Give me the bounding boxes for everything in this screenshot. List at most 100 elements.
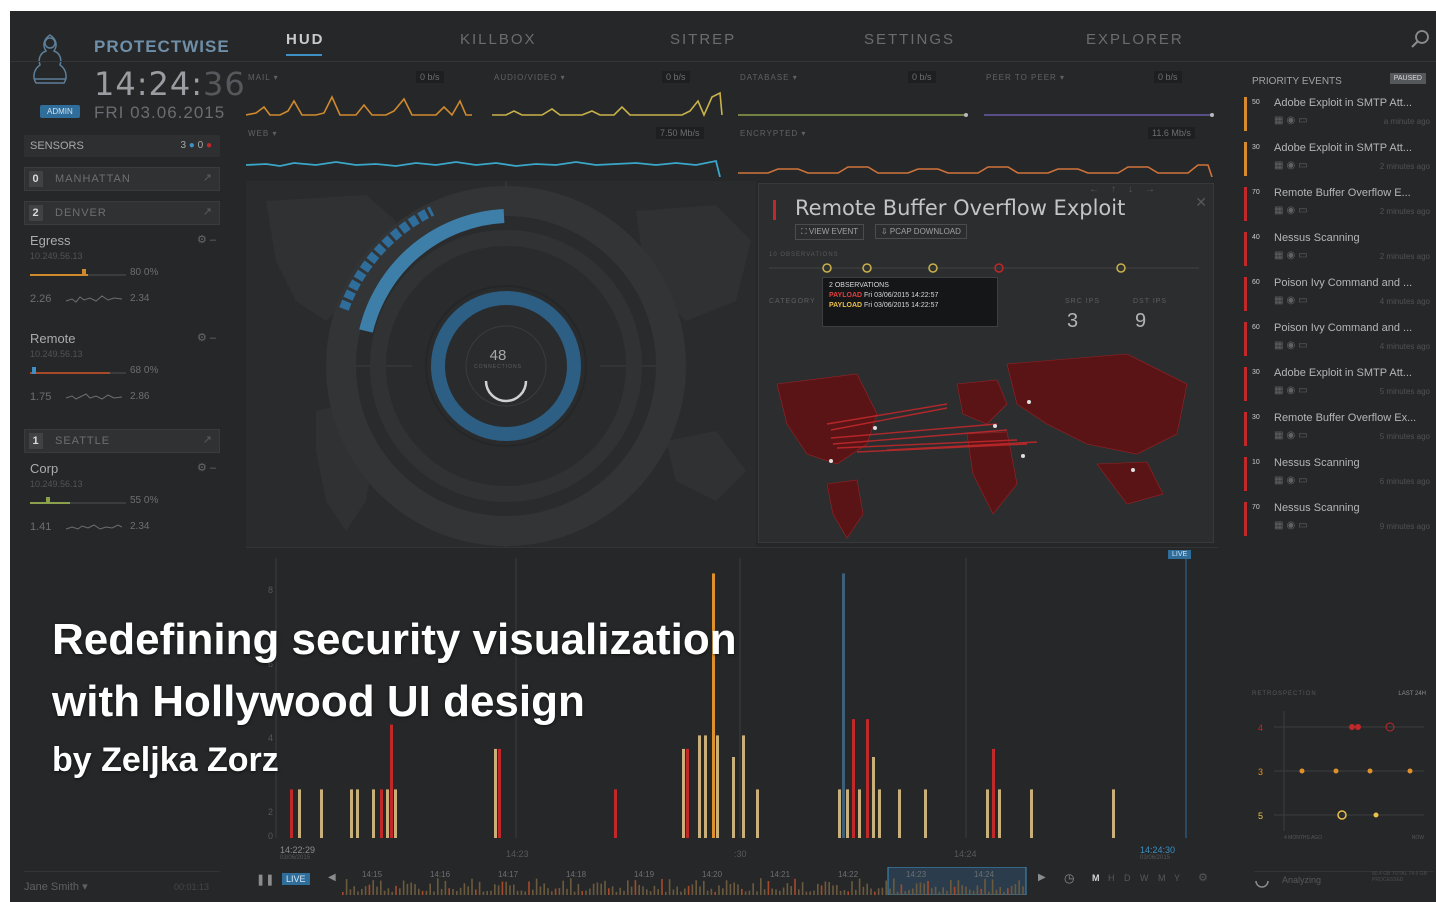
timeline-event-bar[interactable]: [298, 789, 301, 838]
close-icon[interactable]: ✕: [1195, 194, 1207, 211]
timeline-event-bar[interactable]: [838, 789, 841, 838]
gear-icon[interactable]: ⚙ –: [197, 233, 216, 246]
timeline-event-bar[interactable]: [924, 789, 927, 838]
view-event-button[interactable]: ⛶ VIEW EVENT: [795, 224, 865, 240]
sensor-remote[interactable]: Remote 10.249.56.13 ⚙ – 68 0% 1.75 2.86: [30, 331, 220, 415]
metric-label[interactable]: MAIL ▾: [248, 73, 279, 82]
range-year[interactable]: Y: [1174, 873, 1180, 883]
pcap-download-button[interactable]: ⇩ PCAP DOWNLOAD: [875, 224, 967, 239]
priority-event-item[interactable]: 30 Remote Buffer Overflow Ex... ▦◉▭ 5 minut…: [1244, 410, 1434, 450]
timeline-event-bar[interactable]: [614, 789, 617, 838]
timeline-event-bar[interactable]: [380, 789, 383, 838]
gear-icon[interactable]: ⚙ –: [197, 461, 216, 474]
metric-encrypted[interactable]: ENCRYPTED ▾ 11.6 Mb/s: [738, 125, 1216, 177]
event-time-ago: 4 minutes ago: [1379, 297, 1430, 306]
live-button[interactable]: LIVE: [282, 873, 310, 885]
timeline-event-bar[interactable]: [992, 748, 995, 838]
processed-stats: 80.4 GB TOTAL 74.6 GB PROCESSED: [1372, 871, 1427, 883]
timeline-live-badge[interactable]: LIVE: [1168, 550, 1192, 559]
expand-arrow-icon[interactable]: ↗: [203, 171, 213, 184]
metric-audio-video[interactable]: AUDIO/VIDEO ▾ 0 b/s: [492, 69, 724, 123]
metric-mail[interactable]: MAIL ▾ 0 b/s: [246, 69, 472, 123]
paused-badge[interactable]: PAUSED: [1389, 73, 1426, 84]
popup-nav-arrows-icon[interactable]: ←↑↓→: [1089, 184, 1167, 195]
timeline-event-bar[interactable]: [386, 789, 389, 838]
timeline-event-bar[interactable]: [898, 789, 901, 838]
retrospection-range[interactable]: LAST 24H: [1398, 691, 1426, 697]
priority-event-item[interactable]: 10 Nessus Scanning ▦◉▭ 6 minutes ago: [1244, 455, 1434, 495]
scrub-bar: [535, 878, 538, 895]
scrub-bar: [433, 891, 435, 895]
metric-label[interactable]: AUDIO/VIDEO ▾: [494, 73, 566, 82]
timeline-event-bar[interactable]: [372, 789, 375, 838]
location-manhattan[interactable]: 0 MANHATTAN ↗: [24, 167, 220, 191]
pause-icon[interactable]: ❚❚: [256, 873, 274, 886]
timeline-event-bar[interactable]: [846, 789, 849, 838]
priority-event-item[interactable]: 60 Poison Ivy Command and ... ▦◉▭ 4 minutes…: [1244, 275, 1434, 315]
clock-icon[interactable]: ◷: [1064, 871, 1074, 885]
range-hour[interactable]: H: [1108, 873, 1115, 883]
sensor-egress[interactable]: Egress 10.249.56.13 ⚙ – 80 0% 2.26 2.34: [30, 233, 220, 317]
playback-bar[interactable]: ❚❚ LIVE ◀ 14:15 14:16 14:17 14:18 14:19 14:20…: [246, 863, 1218, 899]
tab-explorer[interactable]: EXPLORER: [1086, 31, 1184, 48]
metric-web[interactable]: WEB ▾ 7.50 Mb/s: [246, 125, 724, 177]
scrub-bar: [387, 888, 390, 895]
sensor-corp[interactable]: Corp 10.249.56.13 ⚙ – 55 0% 1.41 2.34: [30, 461, 220, 545]
priority-event-item[interactable]: 70 Nessus Scanning ▦◉▭ 9 minutes ago: [1244, 500, 1434, 540]
timeline-event-bar[interactable]: [986, 789, 989, 838]
event-detail-popup[interactable]: Remote Buffer Overflow Exploit ⛶ VIEW EV…: [758, 183, 1214, 543]
scrub-bar: [463, 883, 466, 895]
metric-label[interactable]: PEER TO PEER ▾: [986, 73, 1065, 82]
expand-arrow-icon[interactable]: ↗: [203, 433, 213, 446]
expand-arrow-icon[interactable]: ↗: [203, 205, 213, 218]
scrub-right-icon[interactable]: ▶: [1038, 872, 1046, 883]
range-month-2[interactable]: M: [1158, 873, 1166, 883]
retrospection-panel[interactable]: RETROSPECTION LAST 24H 4 3 5 4 MONTHS AG…: [1244, 687, 1434, 857]
scrub-bar: [623, 890, 625, 895]
metric-database[interactable]: DATABASE ▾ 0 b/s: [738, 69, 970, 123]
range-week[interactable]: W: [1140, 873, 1149, 883]
location-seattle[interactable]: 1 SEATTLE ↗: [24, 429, 220, 453]
gear-icon[interactable]: ⚙ –: [197, 331, 216, 344]
priority-event-item[interactable]: 30 Adobe Exploit in SMTP Att... ▦◉▭ 2 minut…: [1244, 140, 1434, 180]
timeline-event-bar[interactable]: [756, 789, 759, 838]
metric-label[interactable]: WEB ▾: [248, 129, 277, 138]
scrub-bar: [456, 891, 458, 895]
priority-event-item[interactable]: 60 Poison Ivy Command and ... ▦◉▭ 4 minutes…: [1244, 320, 1434, 360]
metric-peer-to-peer[interactable]: PEER TO PEER ▾ 0 b/s: [984, 69, 1216, 123]
scrub-histogram[interactable]: 14:15 14:16 14:17 14:18 14:19 14:20 14:21 14:22…: [342, 867, 1032, 895]
timeline-event-bar[interactable]: [858, 789, 861, 838]
tab-hud[interactable]: HUD: [286, 31, 325, 48]
event-time-ago: 2 minutes ago: [1379, 207, 1430, 216]
priority-event-item[interactable]: 50 Adobe Exploit in SMTP Att... ▦◉▭ a minut…: [1244, 95, 1434, 135]
range-month[interactable]: M: [1092, 873, 1100, 883]
timeline-event-bar[interactable]: [356, 789, 359, 838]
timeline-event-bar[interactable]: [290, 789, 293, 838]
priority-event-item[interactable]: 70 Remote Buffer Overflow E... ▦◉▭ 2 minute…: [1244, 185, 1434, 225]
timeline-event-bar[interactable]: [350, 789, 353, 838]
event-title: Adobe Exploit in SMTP Att...: [1274, 367, 1412, 379]
event-type-icons: ▦◉▭: [1274, 205, 1311, 216]
tab-sitrep[interactable]: SITREP: [670, 31, 736, 48]
tab-killbox[interactable]: KILLBOX: [460, 31, 537, 48]
range-day[interactable]: D: [1124, 873, 1131, 883]
scrub-left-icon[interactable]: ◀: [328, 872, 336, 883]
timeline-event-bar[interactable]: [878, 789, 881, 838]
metric-label[interactable]: ENCRYPTED ▾: [740, 129, 806, 138]
timeline-event-bar[interactable]: [394, 789, 397, 838]
timeline-event-bar[interactable]: [998, 789, 1001, 838]
search-icon[interactable]: [1410, 29, 1430, 49]
priority-event-item[interactable]: 30 Adobe Exploit in SMTP Att... ▦◉▭ 5 minut…: [1244, 365, 1434, 405]
scrub-bar: [592, 883, 595, 895]
scrub-bar: [915, 883, 918, 895]
scrub-bar: [353, 886, 355, 895]
user-menu[interactable]: Jane Smith ▾: [24, 880, 88, 893]
location-denver[interactable]: 2 DENVER ↗: [24, 201, 220, 225]
metric-label[interactable]: DATABASE ▾: [740, 73, 798, 82]
tab-settings[interactable]: SETTINGS: [864, 31, 955, 48]
timeline-event-bar[interactable]: [320, 789, 323, 838]
priority-event-item[interactable]: 40 Nessus Scanning ▦◉▭ 2 minutes ago: [1244, 230, 1434, 270]
timeline-event-bar[interactable]: [1112, 789, 1115, 838]
timeline-event-bar[interactable]: [1030, 789, 1033, 838]
settings-gear-icon[interactable]: ⚙: [1198, 871, 1208, 884]
